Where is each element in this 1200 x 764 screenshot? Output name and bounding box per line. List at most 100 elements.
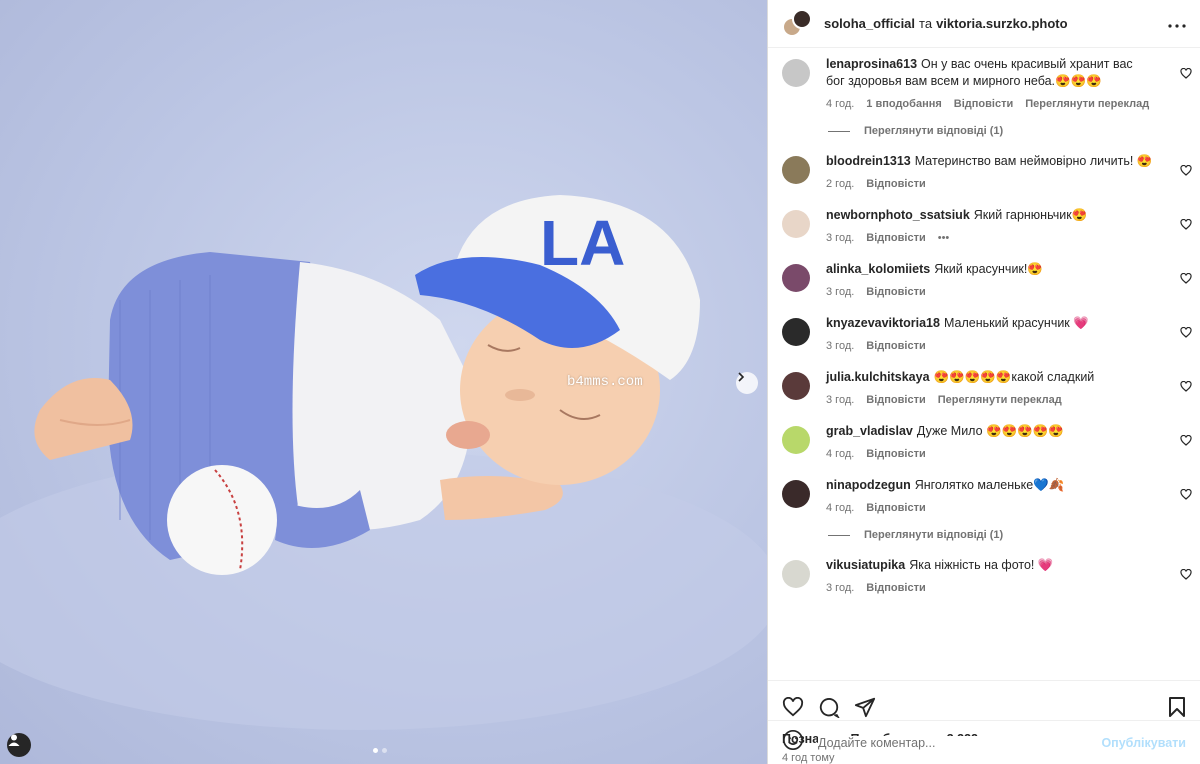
comments-list[interactable]: lenaprosina613 Он у вас очень красивый хр… [768, 48, 1200, 680]
avatar[interactable] [782, 480, 810, 508]
baby-photo: LA [0, 195, 767, 730]
comment-time: 4 год. [826, 502, 855, 514]
comment-text: 😍😍😍😍😍какой сладкий [933, 370, 1095, 384]
reply-button[interactable]: Відповісти [866, 284, 925, 301]
comment-username[interactable]: lenaprosina613 [826, 57, 917, 71]
avatar[interactable] [782, 156, 810, 184]
author-link[interactable]: soloha_official [824, 16, 915, 31]
comment-body: newbornphoto_ssatsiuk Який гарнюньчик😍 3 … [826, 207, 1184, 247]
like-button[interactable] [782, 696, 804, 717]
and-text: та [919, 16, 933, 31]
save-button[interactable] [1168, 696, 1186, 718]
comment-like-button[interactable] [1180, 66, 1192, 84]
tagged-users-button[interactable] [7, 733, 31, 757]
comment-like-button[interactable] [1180, 325, 1192, 343]
heart-icon [1180, 272, 1192, 284]
heart-icon [1180, 67, 1192, 79]
view-replies-button[interactable]: Переглянути відповіді (1) [828, 125, 1200, 137]
post-image[interactable]: LA b4mms.com [0, 0, 767, 764]
comment-button[interactable] [818, 696, 840, 718]
reply-button[interactable]: Відповісти [866, 230, 925, 247]
comment-time: 3 год. [826, 286, 855, 298]
comment-like-button[interactable] [1180, 567, 1192, 585]
comment-text: Янголятко маленьке💙🍂 [914, 478, 1065, 492]
heart-icon [1180, 380, 1192, 392]
comment-meta: 3 год. Відповісти ••• [826, 230, 1154, 247]
post-button[interactable]: Опублікувати [1101, 736, 1186, 750]
comment-like-button[interactable] [1180, 379, 1192, 397]
comment-item: ninapodzegun Янголятко маленьке💙🍂 4 год. В… [768, 477, 1200, 517]
chevron-right-icon [738, 372, 745, 382]
reply-button[interactable]: Відповісти [866, 176, 925, 193]
comment-icon [819, 697, 840, 718]
reply-button[interactable]: Відповісти [954, 96, 1013, 113]
comment-username[interactable]: grab_vladislav [826, 424, 913, 438]
comment-body: bloodrein1313 Материнство вам неймовірно … [826, 153, 1184, 193]
comment-username[interactable]: newbornphoto_ssatsiuk [826, 208, 970, 222]
comment-like-button[interactable] [1180, 217, 1192, 235]
comment-username[interactable]: ninapodzegun [826, 478, 911, 492]
coauthor-link[interactable]: viktoria.surzko.photo [936, 16, 1067, 31]
bookmark-icon [1169, 696, 1185, 717]
comment-meta: 4 год. Відповісти [826, 446, 1154, 463]
comment-item: bloodrein1313 Материнство вам неймовірно … [768, 153, 1200, 193]
comment-like-button[interactable] [1180, 271, 1192, 289]
view-replies-label: Переглянути відповіді (1) [864, 125, 1004, 137]
view-replies-button[interactable]: Переглянути відповіді (1) [828, 529, 1200, 541]
comment-username[interactable]: julia.kulchitskaya [826, 370, 930, 384]
comment-text: Дуже Мило 😍😍😍😍😍 [916, 424, 1064, 438]
comment-item: knyazevaviktoria18 Маленький красунчик 💗 … [768, 315, 1200, 355]
comment-username[interactable]: bloodrein1313 [826, 154, 911, 168]
author-avatars[interactable] [782, 8, 812, 39]
comment-text: Маленький красунчик 💗 [943, 316, 1089, 330]
comment-username[interactable]: knyazevaviktoria18 [826, 316, 940, 330]
comment-meta: 4 год. Відповісти [826, 500, 1154, 517]
comment-likes[interactable]: 1 вподобання [866, 96, 941, 113]
comment-username[interactable]: vikusiatupika [826, 558, 905, 572]
more-options-button[interactable] [1168, 15, 1186, 33]
comment-item: vikusiatupika Яка ніжність на фото! 💗 3 г… [768, 557, 1200, 597]
heart-icon [1180, 434, 1192, 446]
comment-like-button[interactable] [1180, 163, 1192, 181]
comment-username[interactable]: alinka_kolomiiets [826, 262, 930, 276]
comment-time: 3 год. [826, 340, 855, 352]
comment-time: 3 год. [826, 232, 855, 244]
comment-body: knyazevaviktoria18 Маленький красунчик 💗 … [826, 315, 1184, 355]
reply-button[interactable]: Відповісти [866, 580, 925, 597]
comment-time: 4 год. [826, 98, 855, 110]
translate-button[interactable]: Переглянути переклад [938, 392, 1062, 409]
avatar[interactable] [782, 372, 810, 400]
comment-item: alinka_kolomiiets Який красунчик!😍 3 год.… [768, 261, 1200, 301]
reply-button[interactable]: Відповісти [866, 392, 925, 409]
comment-like-button[interactable] [1180, 433, 1192, 451]
avatar[interactable] [782, 426, 810, 454]
comment-item: julia.kulchitskaya 😍😍😍😍😍какой сладкий 3 г… [768, 369, 1200, 409]
reply-button[interactable]: Відповісти [866, 446, 925, 463]
emoji-button[interactable] [782, 729, 804, 756]
reply-button[interactable]: Відповісти [866, 338, 925, 355]
avatar[interactable] [782, 59, 810, 87]
avatar [792, 8, 812, 29]
comment-more-button[interactable]: ••• [938, 230, 950, 247]
comment-input[interactable] [818, 735, 1102, 750]
comment-like-button[interactable] [1180, 487, 1192, 505]
comment-body: ninapodzegun Янголятко маленьке💙🍂 4 год. В… [826, 477, 1184, 517]
avatar[interactable] [782, 318, 810, 346]
comment-meta: 2 год. Відповісти [826, 176, 1154, 193]
avatar[interactable] [782, 560, 810, 588]
avatar[interactable] [782, 210, 810, 238]
heart-icon [1180, 568, 1192, 580]
comment-time: 2 год. [826, 178, 855, 190]
more-horizontal-icon [1168, 23, 1186, 28]
replies-line [828, 534, 850, 536]
smiley-icon [783, 730, 803, 750]
next-image-button[interactable] [736, 372, 758, 394]
add-comment-bar: Опублікувати [768, 720, 1200, 764]
translate-button[interactable]: Переглянути переклад [1025, 96, 1149, 113]
comment-time: 3 год. [826, 582, 855, 594]
comment-body: vikusiatupika Яка ніжність на фото! 💗 3 г… [826, 557, 1184, 597]
share-button[interactable] [854, 696, 876, 718]
avatar[interactable] [782, 264, 810, 292]
reply-button[interactable]: Відповісти [866, 500, 925, 517]
comments-panel: soloha_official та viktoria.surzko.photo l… [768, 0, 1200, 764]
